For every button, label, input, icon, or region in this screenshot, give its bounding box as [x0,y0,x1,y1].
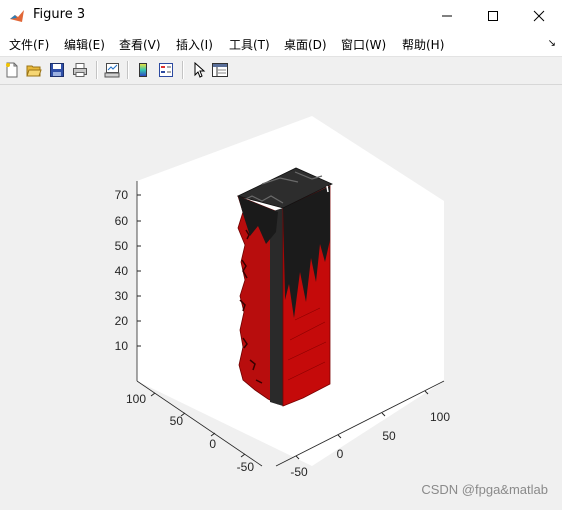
print-button[interactable] [70,60,90,80]
edit-plot-button[interactable] [188,60,208,80]
axes-3d[interactable]: 10 20 30 40 50 60 70 100 50 0 -50 -50 0 [0,85,562,506]
menu-tools[interactable]: 工具(T) [229,36,270,53]
isosurface-volume [236,167,333,407]
z-tick-label: 40 [115,264,129,278]
window-title: Figure 3 [33,7,86,22]
insert-colorbar-icon [139,63,147,77]
property-inspector-button[interactable] [210,60,230,80]
menu-edit[interactable]: 编辑(E) [64,36,105,53]
link-plot-button[interactable] [102,60,122,80]
toolbar-separator [96,61,98,79]
figure-canvas[interactable]: 10 20 30 40 50 60 70 100 50 0 -50 -50 0 [0,85,562,506]
toolbar-separator [127,61,129,79]
insert-legend-icon [159,63,173,77]
z-tick-label: 20 [115,314,129,328]
toolbar-separator [182,61,184,79]
y-tick-label: 0 [209,437,216,451]
z-tick-label: 10 [115,339,129,353]
open-file-button[interactable] [24,60,44,80]
x-tick-label: 0 [337,447,344,461]
menu-desktop[interactable]: 桌面(D) [284,36,327,53]
minimize-button[interactable] [424,0,470,31]
save-button[interactable] [47,60,67,80]
link-plot-icon [104,63,120,78]
menu-help[interactable]: 帮助(H) [402,36,444,53]
z-tick-label: 50 [115,239,129,253]
z-tick-label: 60 [115,214,129,228]
new-figure-icon [6,62,18,78]
menu-insert[interactable]: 插入(I) [176,36,213,53]
matlab-logo-icon [9,8,25,24]
menu-file[interactable]: 文件(F) [9,36,49,53]
menu-overflow-icon[interactable]: ↘ [548,38,556,49]
close-icon [533,10,545,21]
y-tick-label: -50 [237,460,255,474]
z-tick-label: 70 [115,188,129,202]
open-file-icon [26,65,42,77]
toolbar [0,57,562,85]
x-tick-label: -50 [290,465,308,479]
close-button[interactable] [516,0,562,31]
menu-window[interactable]: 窗口(W) [341,36,386,53]
minimize-icon [442,15,452,16]
watermark: CSDN @fpga&matlab [421,482,548,497]
maximize-icon [488,10,498,21]
new-figure-button[interactable] [2,60,22,80]
menu-bar: 文件(F) 编辑(E) 查看(V) 插入(I) 工具(T) 桌面(D) 窗口(W… [0,31,562,57]
x-tick-label: 100 [430,410,450,424]
edit-plot-icon [194,62,206,78]
z-tick-label: 30 [115,289,129,303]
title-bar: Figure 3 [0,0,562,31]
insert-colorbar-button[interactable] [133,60,153,80]
print-icon [73,63,87,77]
x-tick-label: 50 [382,429,396,443]
menu-view[interactable]: 查看(V) [119,36,161,53]
property-inspector-icon [212,63,228,77]
maximize-button[interactable] [470,0,516,31]
y-tick-label: 100 [126,392,146,406]
save-icon [50,63,64,77]
insert-legend-button[interactable] [156,60,176,80]
y-tick-label: 50 [170,414,184,428]
